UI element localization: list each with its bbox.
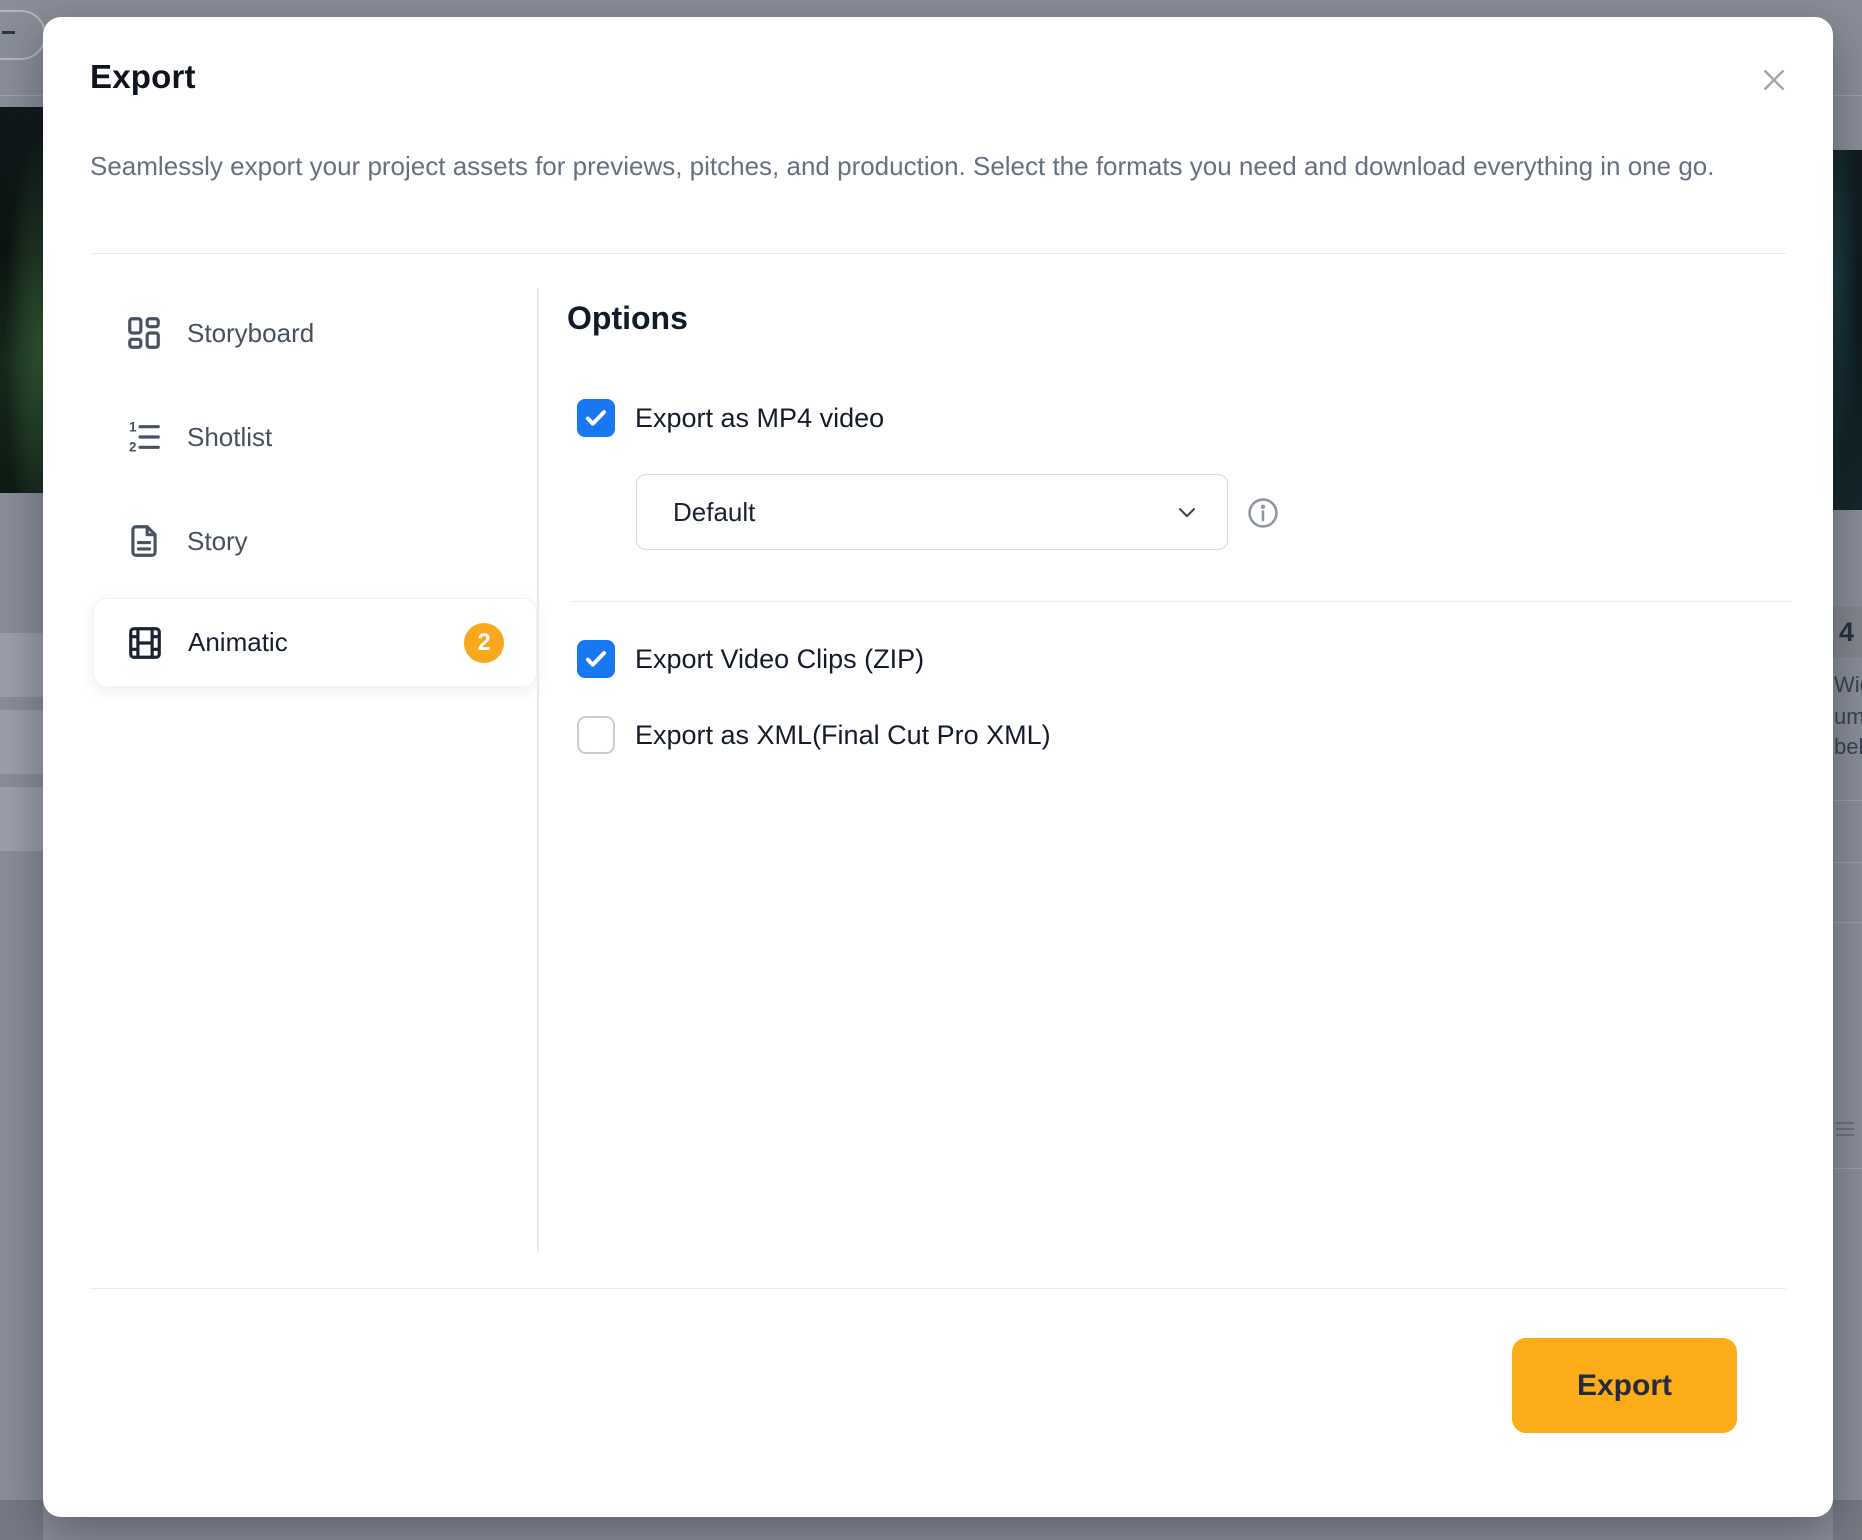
svg-text:2: 2 — [129, 439, 136, 454]
background-row — [0, 787, 43, 851]
animatic-count-badge: 2 — [464, 623, 504, 663]
tab-label: Animatic — [188, 627, 288, 658]
background-image-left — [0, 107, 43, 493]
close-button[interactable] — [1751, 57, 1797, 103]
mp4-quality-select[interactable]: Default — [636, 474, 1228, 550]
header-divider — [90, 253, 1786, 254]
tab-shotlist[interactable]: 1 2 Shotlist — [90, 409, 537, 465]
clips-checkbox-checked[interactable] — [577, 640, 615, 678]
minus-icon — [2, 31, 15, 34]
app-canvas: 4 Wid umi beh Export Seamlessly export y… — [0, 0, 1862, 1540]
xml-checkbox-unchecked[interactable] — [577, 716, 615, 754]
tab-label: Story — [187, 526, 248, 557]
background-divider — [1833, 922, 1862, 923]
footer-divider — [90, 1288, 1786, 1289]
background-text-fragment: Wid — [1834, 672, 1862, 698]
background-shot-number: 4 — [1833, 607, 1862, 657]
tab-storyboard[interactable]: Storyboard — [90, 305, 537, 361]
layout-grid-icon — [125, 314, 163, 352]
mp4-checkbox-label[interactable]: Export as MP4 video — [635, 403, 884, 434]
background-divider — [1833, 800, 1862, 801]
check-icon — [583, 646, 609, 672]
info-icon — [1246, 496, 1280, 530]
menu-icon — [1836, 1122, 1856, 1140]
background-text-fragment: beh — [1834, 734, 1862, 760]
tab-label: Storyboard — [187, 318, 314, 349]
background-row — [0, 633, 43, 697]
options-heading: Options — [567, 300, 688, 337]
dialog-title: Export — [90, 58, 196, 96]
numbered-list-icon: 1 2 — [125, 418, 163, 456]
background-divider — [1833, 1168, 1862, 1169]
tab-story[interactable]: Story — [90, 513, 537, 569]
column-divider — [537, 288, 539, 1253]
dialog-description: Seamlessly export your project assets fo… — [90, 144, 1790, 188]
options-divider — [570, 601, 1791, 602]
background-band — [1833, 1500, 1862, 1540]
export-button[interactable]: Export — [1512, 1338, 1737, 1433]
chevron-down-icon — [1173, 498, 1201, 526]
background-text-fragment: umi — [1834, 704, 1862, 730]
background-pill-control — [0, 10, 46, 60]
background-divider — [1833, 862, 1862, 863]
xml-checkbox-label[interactable]: Export as XML(Final Cut Pro XML) — [635, 720, 1051, 751]
export-dialog: Export Seamlessly export your project as… — [43, 17, 1833, 1517]
option-mp4-row: Export as MP4 video — [577, 399, 884, 437]
selected-quality-value: Default — [673, 497, 1173, 528]
background-band — [0, 1500, 43, 1540]
mp4-checkbox-checked[interactable] — [577, 399, 615, 437]
document-icon — [125, 522, 163, 560]
background-divider — [0, 95, 43, 96]
background-image-right — [1833, 150, 1862, 510]
background-row — [0, 710, 43, 774]
option-xml-row: Export as XML(Final Cut Pro XML) — [577, 716, 1051, 754]
quality-info-button[interactable] — [1246, 496, 1280, 530]
clips-checkbox-label[interactable]: Export Video Clips (ZIP) — [635, 644, 924, 675]
tab-animatic[interactable]: Animatic 2 — [93, 598, 537, 687]
background-divider — [1833, 95, 1862, 96]
tab-label: Shotlist — [187, 422, 272, 453]
film-icon — [126, 624, 164, 662]
close-icon — [1759, 65, 1789, 95]
check-icon — [583, 405, 609, 431]
option-clips-row: Export Video Clips (ZIP) — [577, 640, 924, 678]
svg-text:1: 1 — [129, 419, 137, 434]
